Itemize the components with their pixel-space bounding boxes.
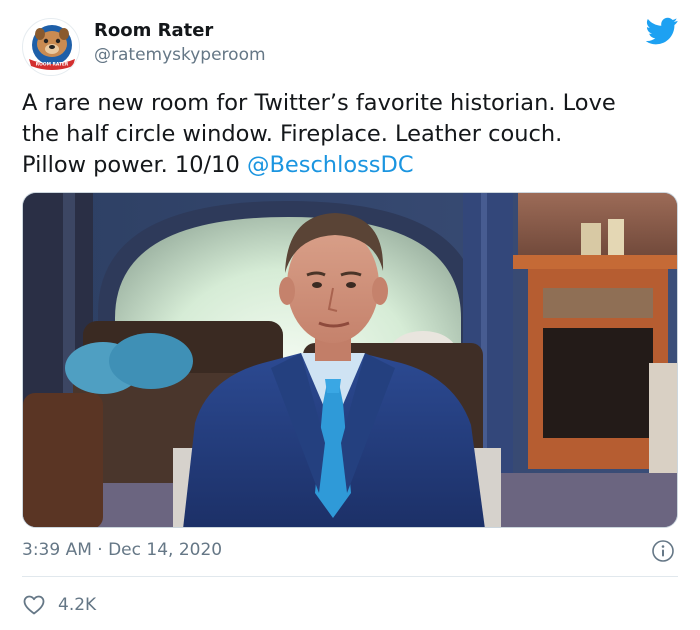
tweet-photo[interactable] <box>22 192 678 528</box>
info-icon[interactable] <box>651 539 675 563</box>
tweet-text-line: the half circle window. Fireplace. Leath… <box>22 121 563 147</box>
avatar-badge-text: ROOM RATER <box>36 62 69 68</box>
tweet-text-segment: Pillow power. 10/10 <box>22 152 247 178</box>
tweet-text-line: A rare new room for Twitter’s favorite h… <box>22 90 616 116</box>
like-count: 4.2K <box>58 595 97 615</box>
like-button[interactable]: 4.2K <box>22 592 96 618</box>
twitter-bird-icon[interactable] <box>646 17 678 45</box>
tweet-card: ROOM RATER Room Rater @ratemyskyperoom A… <box>0 0 700 630</box>
bulldog-logo-icon: ROOM RATER <box>24 20 79 75</box>
tweet-text-line: Pillow power. 10/10 @BeschlossDC <box>22 150 682 181</box>
author-display-name[interactable]: Room Rater <box>94 20 213 41</box>
room-photo <box>23 193 677 527</box>
tweet-timestamp[interactable]: 3:39 AM · Dec 14, 2020 <box>22 540 222 560</box>
divider <box>22 576 678 577</box>
tweet-text: A rare new room for Twitter’s favorite h… <box>22 88 682 181</box>
author-handle[interactable]: @ratemyskyperoom <box>94 45 266 65</box>
heart-icon <box>23 595 45 615</box>
author-avatar[interactable]: ROOM RATER <box>22 18 80 76</box>
mention-link[interactable]: @BeschlossDC <box>247 152 414 178</box>
